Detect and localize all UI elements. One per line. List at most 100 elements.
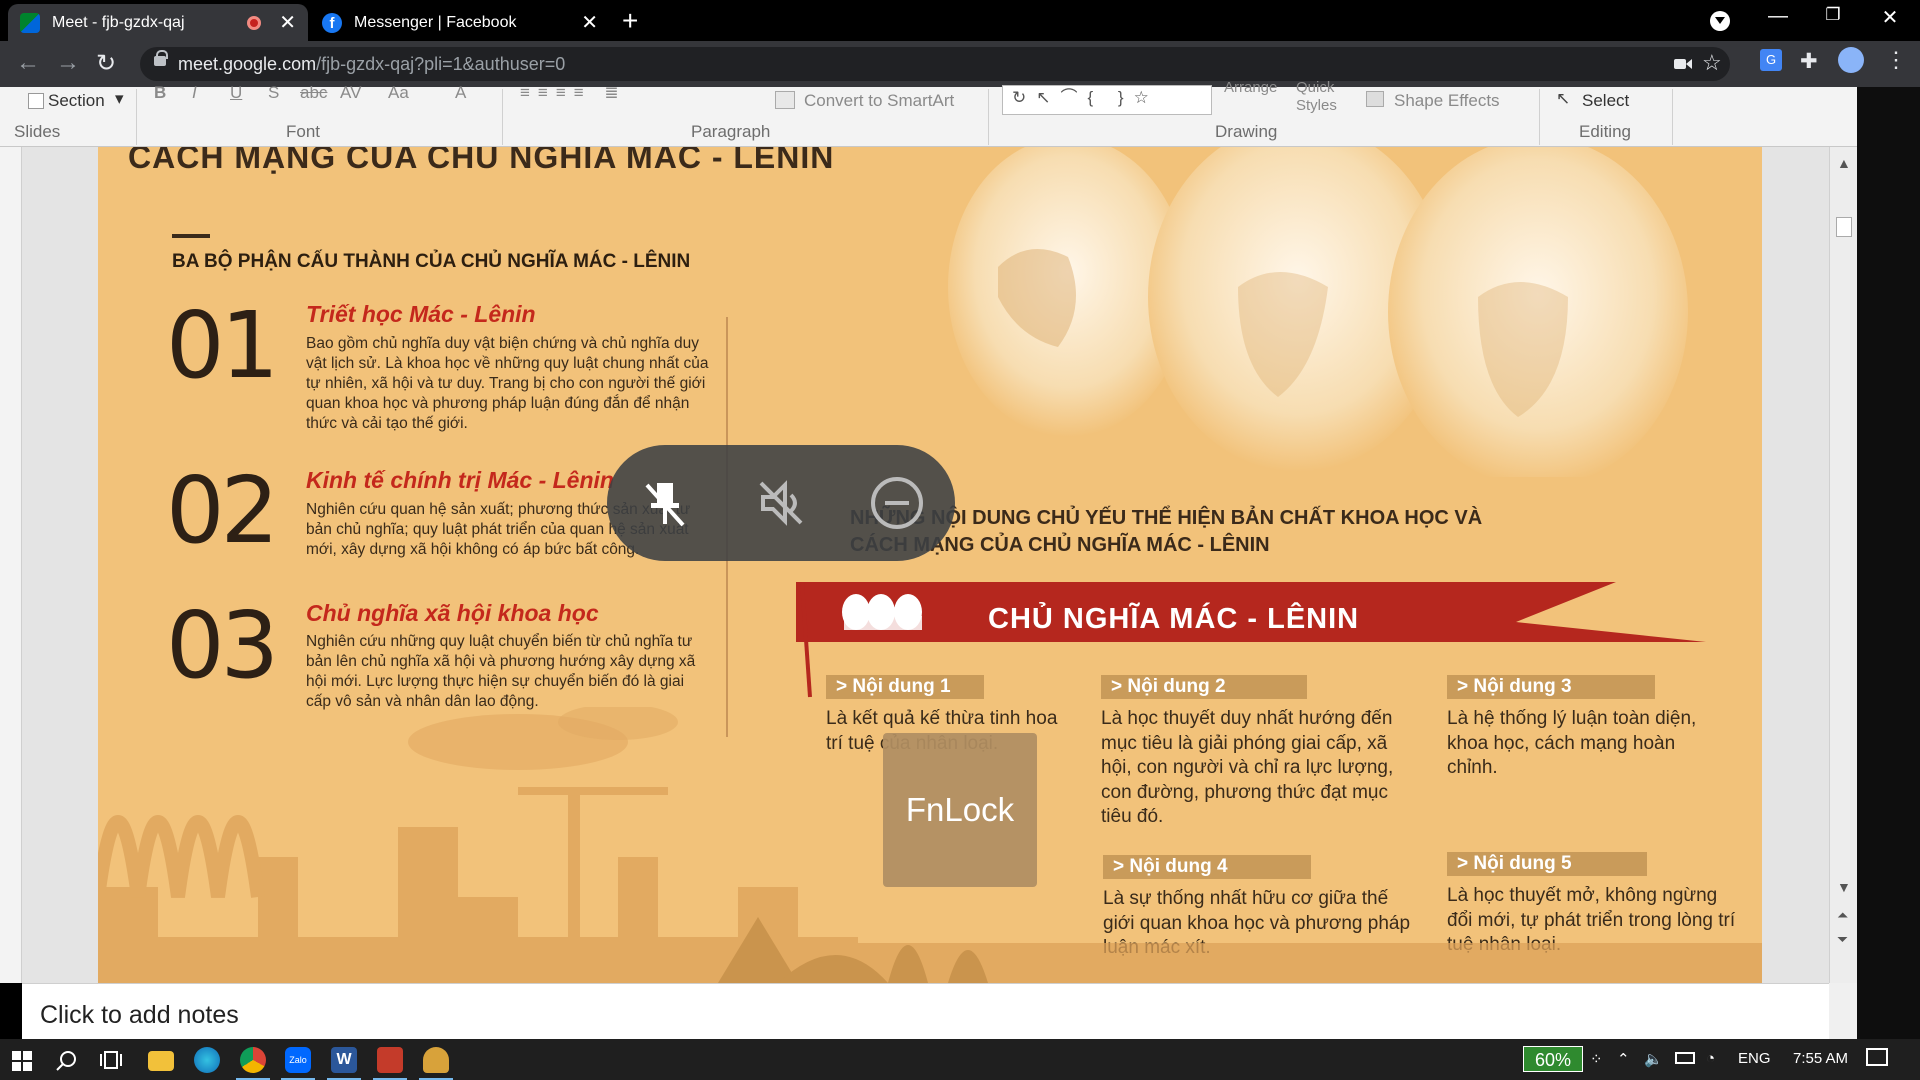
convert-smartart-button[interactable]: Convert to SmartArt (804, 91, 954, 111)
unpin-icon[interactable] (635, 473, 695, 533)
fnlock-toast: FnLock (883, 733, 1037, 887)
notification-center-icon[interactable] (1866, 1048, 1888, 1066)
back-icon[interactable]: ← (16, 49, 40, 77)
show-hidden-icons-icon[interactable]: ⌃ (1617, 1050, 1630, 1068)
translate-icon[interactable]: G (1760, 49, 1782, 71)
maximize-icon[interactable]: ❐ (1813, 5, 1853, 25)
battery-icon[interactable] (1675, 1052, 1695, 1064)
marx-engels-lenin-portraits (948, 147, 1688, 477)
scroll-thumb[interactable] (1836, 217, 1852, 237)
shape-effects-icon (1366, 91, 1384, 107)
tab-title: Meet - fjb-gzdx-qaj (52, 13, 185, 31)
background-window-edge (1857, 87, 1920, 1039)
wifi-icon[interactable]: ◔ (1706, 1050, 1715, 1067)
search-icon[interactable] (56, 1050, 78, 1072)
reload-icon[interactable]: ↻ (96, 49, 116, 78)
meet-favicon-icon (20, 12, 40, 33)
slides-pane-collapsed[interactable] (0, 147, 22, 983)
url-text: meet.google.com/fjb-gzdx-qaj?pli=1&authu… (178, 54, 565, 75)
group-label-paragraph: Paragraph (691, 122, 771, 141)
ribbon-divider (502, 89, 503, 145)
slide-scrollbar[interactable]: ▲ ▼ ⏶ ⏷ (1829, 147, 1857, 983)
address-bar[interactable]: meet.google.com/fjb-gzdx-qaj?pli=1&authu… (140, 47, 1730, 81)
profile-avatar[interactable] (1838, 47, 1864, 73)
menu-kebab-icon[interactable]: ⋮ (1885, 47, 1907, 73)
notes-scrollbar[interactable] (1829, 983, 1857, 1039)
shape-effects-button[interactable]: Shape Effects (1394, 91, 1500, 111)
ribbon-divider (136, 89, 137, 145)
previous-slide-icon[interactable]: ⏶ (1837, 907, 1848, 924)
scroll-up-icon[interactable]: ▲ (1837, 155, 1851, 171)
windows-start-icon[interactable] (12, 1051, 32, 1071)
notes-placeholder[interactable]: Click to add notes (40, 1001, 239, 1030)
camera-icon[interactable] (1674, 57, 1692, 71)
mute-icon[interactable] (751, 473, 811, 533)
lock-icon (154, 50, 168, 66)
underline-button[interactable]: U (230, 83, 242, 103)
tab-search-icon[interactable] (1710, 11, 1730, 31)
tab-strip: Meet - fjb-gzdx-qaj ✕ f Messenger | Face… (0, 0, 1920, 41)
remove-participant-icon[interactable] (867, 473, 927, 533)
word-icon[interactable]: W (327, 1047, 361, 1080)
banner-title: CHỦ NGHĨA MÁC - LÊNIN (988, 603, 1360, 635)
extensions-icon[interactable]: ✚ (1800, 49, 1818, 74)
file-explorer-icon[interactable] (148, 1051, 174, 1071)
meet-participant-controls (607, 445, 955, 561)
strikethrough-button[interactable]: abc (300, 83, 327, 103)
smartart-icon (775, 91, 795, 109)
bold-button[interactable]: B (154, 83, 166, 103)
content-tag: > Nội dung 2 (1101, 675, 1307, 699)
edge-icon[interactable] (194, 1047, 220, 1073)
slide-top-heading: CÁCH MẠNG CỦA CHỦ NGHĨA MÁC - LÊNIN (128, 147, 835, 175)
touch-keyboard-icon[interactable]: ⁘ (1590, 1050, 1603, 1068)
group-label-editing: Editing (1579, 122, 1631, 141)
forward-icon[interactable]: → (56, 49, 80, 77)
section-button[interactable]: Section (48, 91, 105, 111)
zalo-icon[interactable]: Zalo (281, 1047, 315, 1080)
slide-subheading: BA BỘ PHẬN CẤU THÀNH CỦA CHỦ NGHĨA MÁC -… (172, 251, 691, 272)
bookmark-star-icon[interactable]: ☆ (1702, 50, 1722, 76)
shapes-icons: ↻↖⌒{ }☆ (1012, 88, 1159, 107)
item-title: Chủ nghĩa xã hội khoa học (306, 600, 599, 626)
heading-dash (172, 234, 210, 238)
select-button[interactable]: Select (1582, 91, 1629, 111)
item-title: Triết học Mác - Lênin (306, 301, 536, 327)
presentation-app-icon[interactable] (373, 1047, 407, 1080)
tab-meet[interactable]: Meet - fjb-gzdx-qaj ✕ (8, 4, 308, 41)
change-case-button[interactable]: Aa (388, 83, 409, 103)
item-number: 02 (166, 457, 279, 564)
pinned-app-icon[interactable] (419, 1047, 453, 1080)
arrange-button[interactable]: Arrange (1224, 79, 1277, 96)
close-tab-icon[interactable]: ✕ (279, 10, 296, 35)
align-buttons-icon[interactable]: ≡≡≡≡ ≣ (520, 83, 627, 103)
quick-styles-button[interactable]: Quick Styles (1296, 79, 1350, 115)
close-window-icon[interactable]: ✕ (1870, 5, 1910, 30)
recording-icon (247, 15, 262, 30)
ppt-ribbon: Section ▾ B I U S abc AV Aa A ≡≡≡≡ ≣ Con… (0, 79, 1857, 147)
shadow-button[interactable]: S (268, 83, 279, 103)
url-host: meet.google.com (178, 54, 317, 74)
select-cursor-icon: ↖ (1556, 89, 1571, 108)
minimize-icon[interactable]: — (1758, 5, 1798, 28)
tab-messenger[interactable]: f Messenger | Facebook ✕ (310, 4, 610, 41)
group-label-slides: Slides (14, 122, 61, 141)
input-language[interactable]: ENG (1738, 1050, 1771, 1067)
font-color-button[interactable]: A (455, 83, 466, 103)
scroll-down-icon[interactable]: ▼ (1837, 879, 1851, 895)
screen: Meet - fjb-gzdx-qaj ✕ f Messenger | Face… (0, 0, 1920, 1080)
volume-icon[interactable]: 🔈 (1644, 1050, 1663, 1068)
notes-pane[interactable]: Click to add notes (22, 983, 1829, 1039)
ribbon-divider (1672, 89, 1673, 145)
item-body: Bao gồm chủ nghĩa duy vật biện chứng và … (306, 335, 709, 432)
task-view-icon[interactable] (100, 1050, 122, 1070)
char-spacing-button[interactable]: AV (340, 83, 361, 103)
browser-toolbar: ← → ↻ meet.google.com/fjb-gzdx-qaj?pli=1… (0, 41, 1920, 87)
dropdown-arrow-icon: ▾ (115, 89, 124, 108)
next-slide-icon[interactable]: ⏷ (1837, 931, 1848, 948)
close-tab-icon[interactable]: ✕ (581, 10, 598, 35)
clock-time[interactable]: 7:55 AM (1793, 1050, 1848, 1067)
italic-button[interactable]: I (192, 83, 197, 103)
chrome-icon[interactable] (236, 1047, 270, 1080)
new-tab-button[interactable]: + (622, 7, 638, 35)
item-number: 03 (166, 592, 279, 699)
